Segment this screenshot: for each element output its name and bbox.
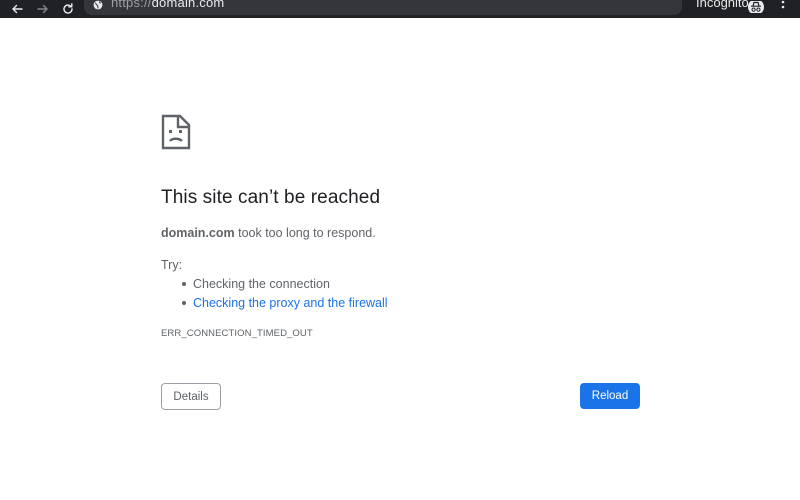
suggestion-check-connection: Checking the connection bbox=[161, 276, 388, 295]
three-dots-menu-icon[interactable] bbox=[778, 0, 788, 14]
url-scheme: https:// bbox=[111, 0, 152, 10]
globe-icon bbox=[93, 0, 103, 10]
error-host: domain.com bbox=[161, 226, 235, 240]
address-bar[interactable]: https://domain.com bbox=[84, 0, 682, 15]
try-label: Try: bbox=[161, 258, 183, 272]
details-button[interactable]: Details bbox=[161, 383, 221, 410]
suggestion-check-proxy-firewall-link[interactable]: Checking the proxy and the firewall bbox=[161, 295, 388, 314]
url-text[interactable]: https://domain.com bbox=[111, 0, 224, 10]
sad-page-icon bbox=[161, 114, 191, 155]
incognito-label: Incognito bbox=[696, 0, 749, 10]
error-message: took too long to respond. bbox=[234, 226, 376, 240]
back-arrow-icon[interactable] bbox=[7, 0, 27, 18]
suggestions-list: Checking the connection Checking the pro… bbox=[161, 276, 388, 314]
browser-toolbar: https://domain.com Incognito bbox=[0, 0, 800, 18]
reload-button[interactable]: Reload bbox=[580, 383, 640, 409]
error-summary: domain.com took too long to respond. bbox=[161, 226, 376, 240]
incognito-icon[interactable] bbox=[748, 0, 764, 18]
error-code: ERR_CONNECTION_TIMED_OUT bbox=[161, 328, 313, 339]
url-host: domain.com bbox=[151, 0, 225, 10]
forward-arrow-icon[interactable] bbox=[33, 0, 53, 18]
reload-icon[interactable] bbox=[58, 0, 78, 18]
error-title: This site can’t be reached bbox=[161, 187, 381, 208]
